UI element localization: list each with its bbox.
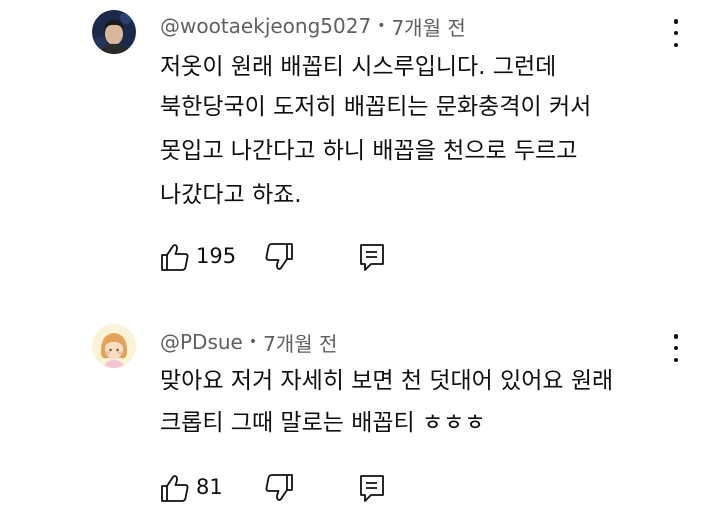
avatar[interactable] [92,324,136,368]
comment-text-line: 저옷이 원래 배꼽티 시스루입니다. 그런데 [160,54,557,80]
avatar[interactable] [92,10,136,54]
comment-text-line: 북한당국이 도저히 배꼽티는 문화충격이 커서 [160,94,592,120]
comment: @wootaekjeong5027 • 7개월 전 저옷이 원래 배꼽티 시스루… [0,0,720,300]
separator: • [248,334,258,350]
comment-text-line: 크롭티 그때 말로는 배꼽티 ㅎㅎㅎ [160,410,486,436]
comment-text-line: 못입고 나간다고 하니 배꼽을 천으로 두르고 [160,138,578,164]
more-options-icon[interactable] [666,19,686,47]
like-count: 81 [196,475,223,499]
author-name[interactable]: @PDsue [160,330,243,354]
comment-time[interactable]: 7개월 전 [263,328,337,357]
thumbs-up-icon[interactable] [160,473,190,503]
comment-time[interactable]: 7개월 전 [391,12,465,41]
reply-icon[interactable] [358,473,388,503]
comment-text-line: 나갔다고 하죠. [160,182,302,208]
thumbs-up-icon[interactable] [160,242,190,272]
author-name[interactable]: @wootaekjeong5027 [160,14,371,38]
reply-icon[interactable] [358,242,388,272]
thumbs-down-icon[interactable] [264,473,294,503]
comment-actions: 81 [0,471,720,505]
comment-actions: 195 [0,240,720,274]
comment: @PDsue • 7개월 전 맞아요 저거 자세히 보면 천 덧대어 있어요 원… [0,318,720,503]
comment-header: @PDsue • 7개월 전 [160,327,337,357]
comment-text-line: 맞아요 저거 자세히 보면 천 덧대어 있어요 원래 [160,368,614,394]
comment-header: @wootaekjeong5027 • 7개월 전 [160,11,466,41]
thumbs-down-icon[interactable] [264,242,294,272]
more-options-icon[interactable] [666,334,686,362]
like-count: 195 [196,244,237,268]
separator: • [377,18,386,34]
